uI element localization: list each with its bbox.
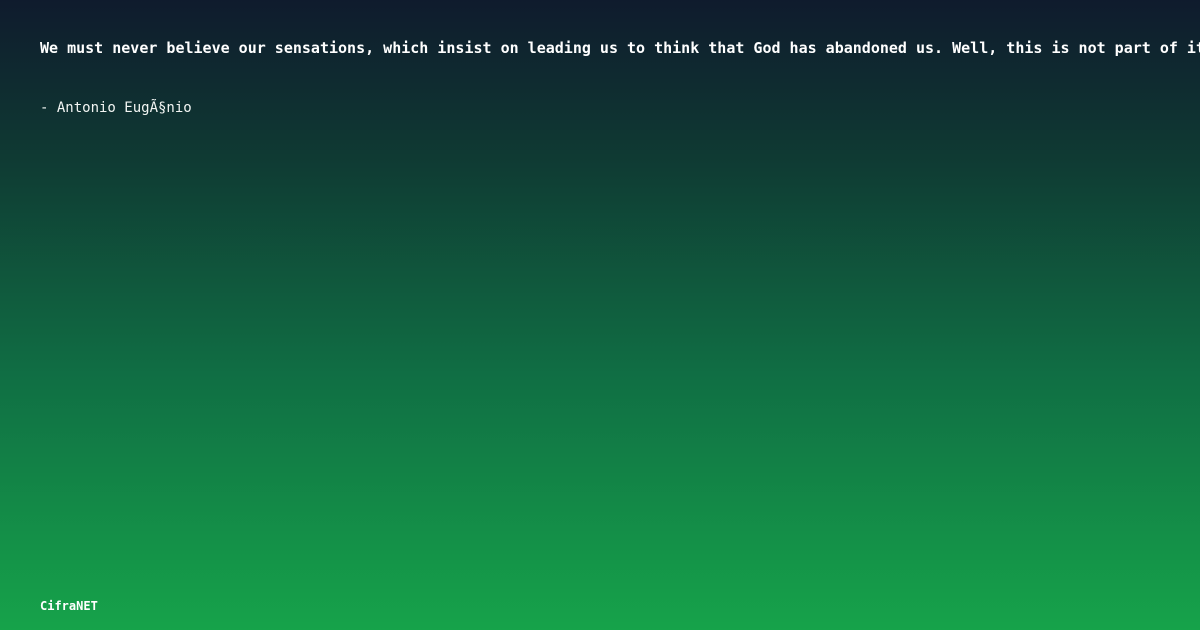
quote-author: - Antonio EugÃ§nio [40, 100, 192, 116]
quote-text: We must never believe our sensations, wh… [40, 39, 1200, 57]
quote-card: We must never believe our sensations, wh… [0, 0, 1200, 630]
brand-name: CifraNET [40, 599, 98, 613]
